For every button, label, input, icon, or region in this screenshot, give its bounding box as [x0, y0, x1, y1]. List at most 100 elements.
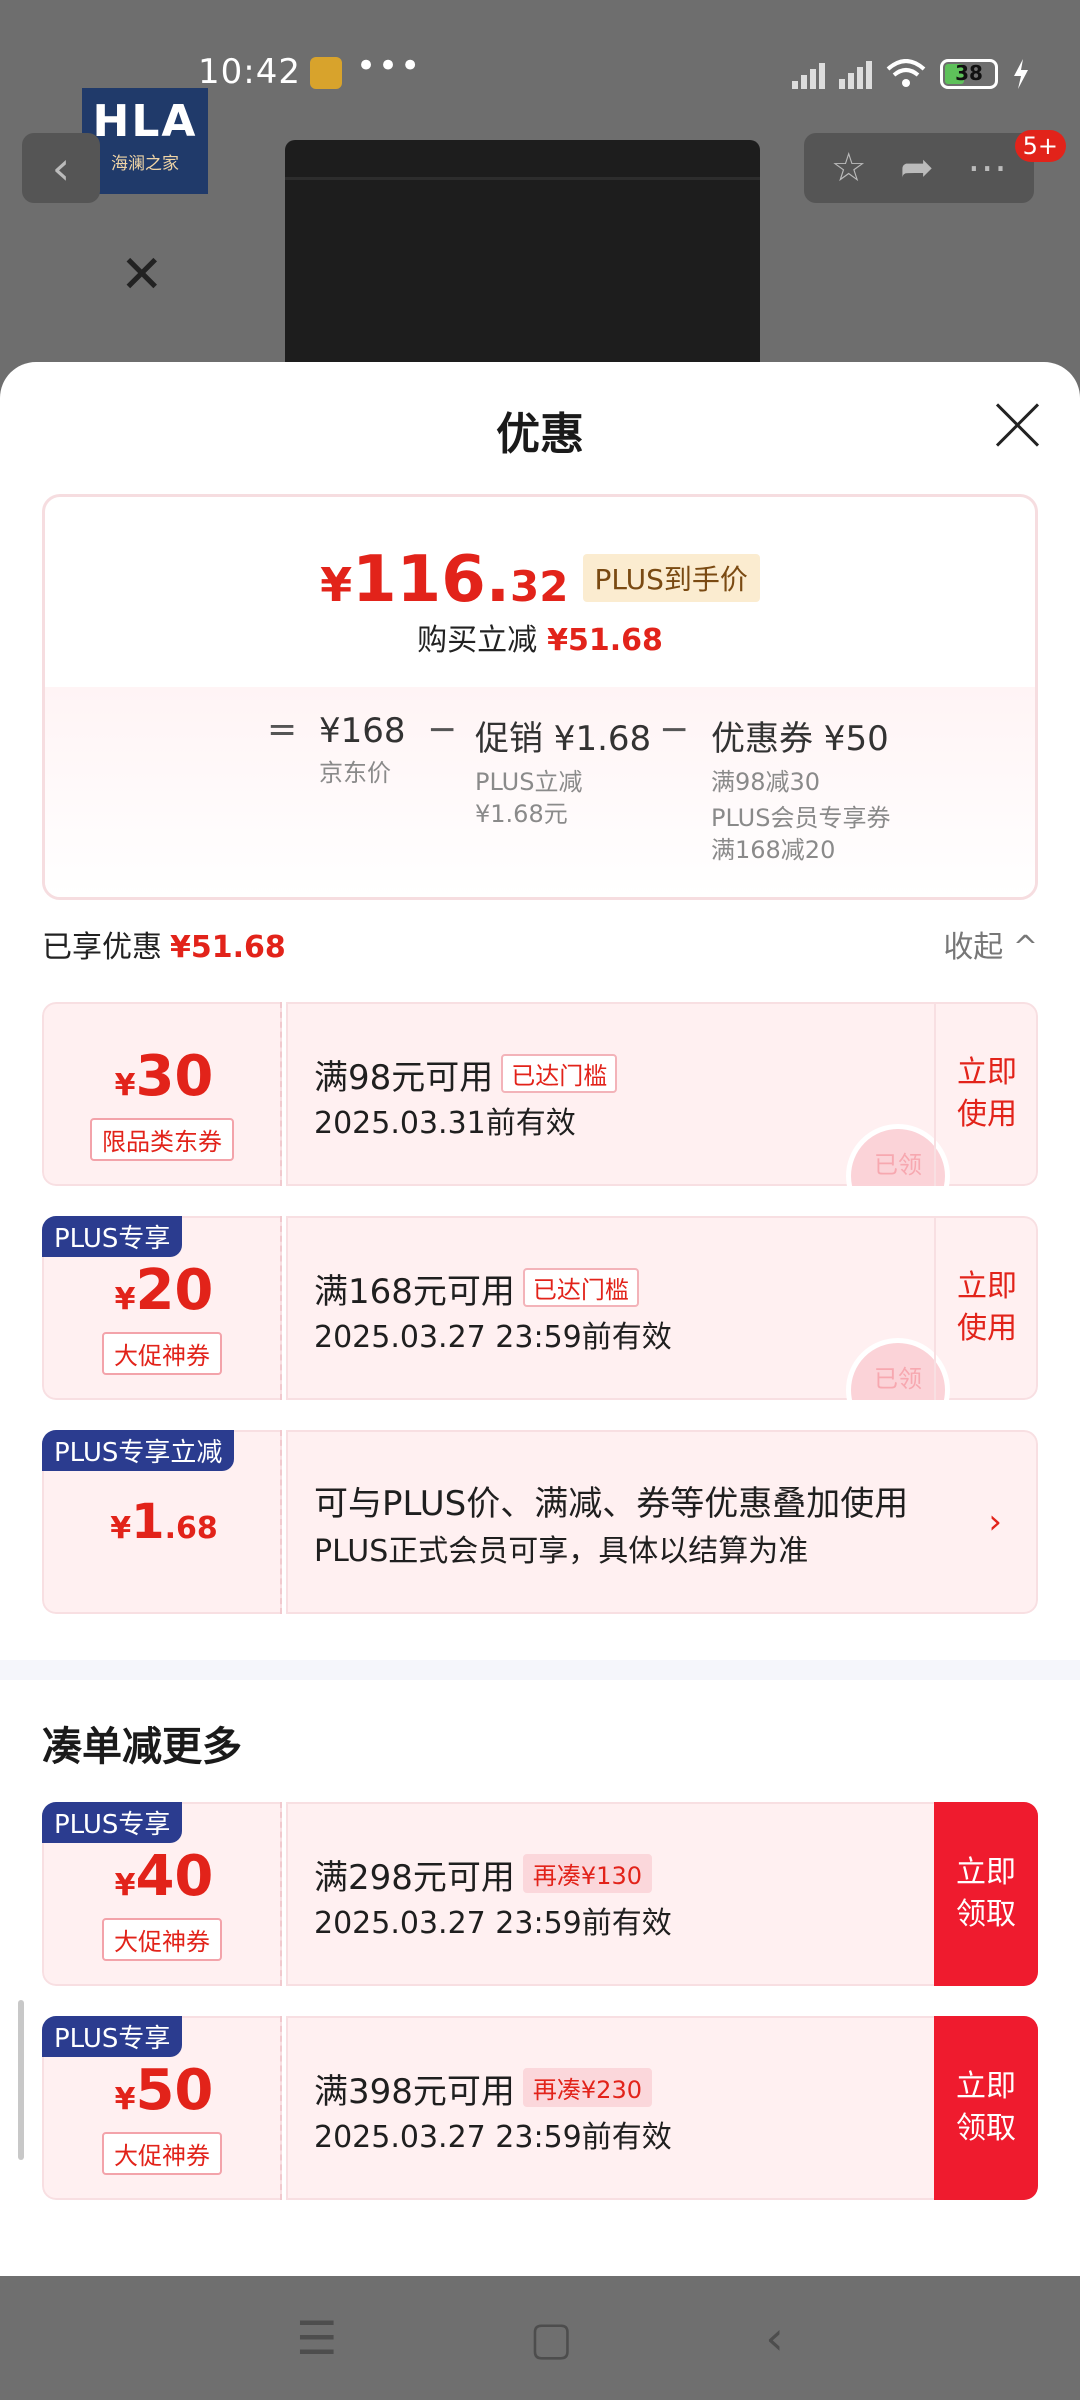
- section-divider: [0, 1660, 1080, 1680]
- chevron-right-icon[interactable]: ›: [988, 1502, 1002, 1542]
- brand-logo-subtext: 海澜之家: [111, 154, 179, 174]
- coupon-amount: ¥30: [44, 1044, 284, 1109]
- use-now-button[interactable]: 立即 使用: [934, 1002, 1038, 1186]
- minus-sign: −: [659, 709, 690, 750]
- coupon-amount: ¥50: [44, 2058, 284, 2123]
- charging-icon: [1014, 59, 1028, 89]
- brand-logo: HLA 海澜之家: [82, 88, 208, 194]
- coupon-condition: 满168元可用 已达门槛: [314, 1264, 639, 1313]
- coupon-currency: ¥: [110, 1511, 132, 1546]
- back-button[interactable]: ‹: [22, 133, 100, 203]
- plus-discount-desc: 可与PLUS价、满减、券等优惠叠加使用: [314, 1484, 909, 1524]
- menu-icon[interactable]: ☰: [296, 2311, 337, 2365]
- coupon-condition: 满298元可用 再凑¥130: [314, 1850, 652, 1899]
- coupon-value: 40: [135, 1844, 214, 1909]
- coupon-condition-text: 满98元可用: [314, 1058, 494, 1098]
- more-section-title: 凑单减更多: [42, 1724, 242, 1770]
- coupon-amount: ¥1.68: [44, 1494, 284, 1550]
- close-icon[interactable]: [992, 400, 1042, 450]
- coupon-value: 20: [135, 1258, 214, 1323]
- message-badge: 5+: [1014, 130, 1066, 162]
- coupon-value: 1: [131, 1494, 165, 1550]
- coupon-amount: ¥40: [44, 1844, 284, 1909]
- coupon-card: ¥30 限品类东券 已领 满98元可用 已达门槛 2025.03.31前有效 立即…: [42, 1002, 1038, 1186]
- wifi-icon: [886, 59, 926, 87]
- battery-icon: 38: [940, 59, 998, 89]
- coupon-type-tag: 大促神券: [102, 1332, 222, 1375]
- equals-sign: =: [267, 709, 298, 750]
- coupon-value-dec: .68: [164, 1511, 218, 1546]
- threshold-status: 已达门槛: [501, 1054, 618, 1093]
- coupon-card: ¥20 大促神券 PLUS专享 已领 满168元可用 已达门槛 2025.03.2…: [42, 1216, 1038, 1400]
- promo-sub-1: PLUS立减: [475, 768, 583, 796]
- coupon-value: 30: [135, 1044, 214, 1109]
- coupon-sub-3: 满168减20: [711, 836, 836, 864]
- product-page-background: 10:42 ••• 38 HLA 海澜之家 ‹ ✕ ☆ ➦ ⋯ 5+: [0, 0, 1080, 420]
- coupon-currency: ¥: [114, 1068, 136, 1103]
- final-price-dec: 32: [510, 562, 569, 611]
- use-now-button[interactable]: 立即 使用: [934, 1216, 1038, 1400]
- coupon-condition: 满398元可用 再凑¥230: [314, 2064, 652, 2113]
- price-summary: ¥116.32 PLUS到手价 购买立减 ¥51.68 = ¥168 京东价 − …: [42, 494, 1038, 900]
- claim-now-button[interactable]: 立即 领取: [934, 1802, 1038, 1986]
- scroll-indicator[interactable]: [18, 2000, 24, 2160]
- coupon-condition-text: 满168元可用: [314, 1272, 515, 1312]
- system-nav-bar: ☰ ▢ ‹: [0, 2276, 1080, 2400]
- plus-discount-card[interactable]: ¥1.68 PLUS专享立减 可与PLUS价、满减、券等优惠叠加使用 PLUS正…: [42, 1430, 1038, 1614]
- plus-exclusive-label: PLUS专享: [42, 2016, 183, 2057]
- claimable-coupon-card: ¥40 大促神券 PLUS专享 满298元可用 再凑¥130 2025.03.27…: [42, 1802, 1038, 1986]
- final-price-row: ¥116.32 PLUS到手价: [45, 543, 1035, 617]
- coupon-currency: ¥: [114, 1868, 136, 1903]
- plus-exclusive-label: PLUS专享立减: [42, 1430, 235, 1471]
- collapse-button[interactable]: 收起 ^: [943, 922, 1038, 966]
- favorite-star-icon[interactable]: ☆: [831, 145, 867, 191]
- coupon-validity: 2025.03.27 23:59前有效: [314, 1320, 672, 1355]
- more-icon[interactable]: ⋯: [967, 145, 1007, 191]
- chevron-left-icon: ‹: [51, 141, 71, 195]
- signal-icon: [792, 59, 825, 89]
- use-now-label: 立即 使用: [957, 1055, 1017, 1132]
- home-icon[interactable]: ▢: [530, 2311, 573, 2365]
- jd-price: ¥168: [319, 711, 406, 751]
- discount-sheet: 优惠 ¥116.32 PLUS到手价 购买立减 ¥51.68 = ¥168 京东价…: [0, 362, 1080, 2276]
- share-icon[interactable]: ➦: [900, 145, 934, 191]
- coupon-sub-2: PLUS会员专享券: [711, 804, 891, 832]
- enjoyed-text: 已享优惠: [42, 930, 162, 965]
- signal-hd-icon: [839, 59, 872, 89]
- minus-sign: −: [427, 709, 458, 750]
- status-icons: 38: [792, 54, 1030, 94]
- coupon-value: 50: [135, 2058, 214, 2123]
- claim-now-button[interactable]: 立即 领取: [934, 2016, 1038, 2200]
- coupon-validity: 2025.03.31前有效: [314, 1106, 576, 1141]
- coupon-condition: 满98元可用 已达门槛: [314, 1050, 618, 1099]
- enjoyed-value: ¥51.68: [170, 930, 286, 965]
- plus-exclusive-label: PLUS专享: [42, 1216, 183, 1257]
- back-icon[interactable]: ‹: [765, 2311, 783, 2365]
- coupon-validity: 2025.03.27 23:59前有效: [314, 1906, 672, 1941]
- status-time: 10:42: [198, 52, 301, 92]
- coupon-currency: ¥: [114, 1282, 136, 1317]
- amount-needed-tag: 再凑¥130: [522, 1854, 652, 1893]
- amount-needed-tag: 再凑¥230: [522, 2068, 652, 2107]
- promo-col: 促销 ¥1.68 PLUS立减 ¥1.68元: [475, 711, 651, 830]
- plus-exclusive-label: PLUS专享: [42, 1802, 183, 1843]
- coupon-type-tag: 限品类东券: [90, 1118, 234, 1161]
- reduce-label: 购买立减: [417, 623, 538, 658]
- jd-price-col: ¥168 京东价: [319, 711, 406, 789]
- claimable-coupon-card: ¥50 大促神券 PLUS专享 满398元可用 再凑¥230 2025.03.27…: [42, 2016, 1038, 2200]
- claim-now-label: 立即 领取: [956, 2069, 1016, 2146]
- jd-price-label: 京东价: [319, 759, 391, 787]
- notification-icon: [310, 57, 342, 89]
- final-price: ¥116.32: [320, 543, 568, 617]
- top-actions: ☆ ➦ ⋯: [804, 133, 1034, 203]
- plus-discount-note: PLUS正式会员可享，具体以结算为准: [314, 1534, 809, 1569]
- enjoyed-row: 已享优惠 ¥51.68 收起 ^: [42, 922, 1038, 972]
- coupon-amount: 优惠券 ¥50: [711, 719, 889, 759]
- more-notifications-icon: •••: [356, 46, 423, 86]
- coupon-validity: 2025.03.27 23:59前有效: [314, 2120, 672, 2155]
- coupon-condition-text: 满298元可用: [314, 1858, 515, 1898]
- promo-amount: 促销 ¥1.68: [475, 719, 652, 759]
- use-now-label: 立即 使用: [957, 1269, 1017, 1346]
- promo-sub-2: ¥1.68元: [475, 800, 568, 828]
- threshold-status: 已达门槛: [522, 1268, 639, 1307]
